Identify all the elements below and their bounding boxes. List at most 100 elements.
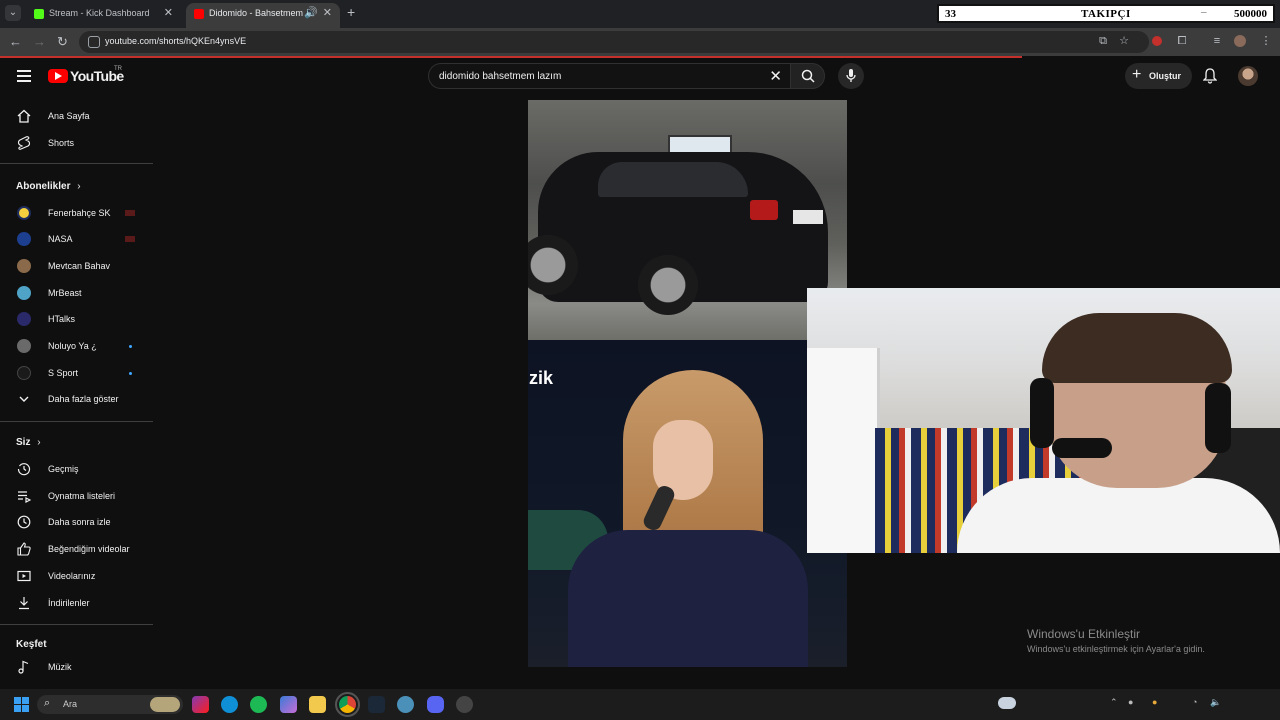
explorer-icon[interactable]: [309, 696, 326, 713]
sidebar-show-more[interactable]: Daha fazla göster: [0, 386, 150, 412]
history-icon: [17, 463, 31, 476]
tray-app-icon[interactable]: ●: [1152, 697, 1157, 707]
tab-search-dropdown[interactable]: ⌄: [5, 5, 21, 21]
taskbar-search-label: Ara: [63, 699, 78, 709]
extension-record-icon[interactable]: [1152, 36, 1162, 46]
back-icon[interactable]: ←: [9, 34, 22, 49]
tab-youtube[interactable]: Didomido - Bahsetmem La 🔊 ✕: [186, 3, 340, 28]
youtube-logo-icon[interactable]: [48, 69, 68, 83]
search-query: didomido bahsetmem lazım: [439, 71, 562, 82]
your-videos-icon: [17, 570, 31, 582]
playlists-icon: [18, 491, 31, 503]
sidebar-item-shorts[interactable]: Shorts: [0, 130, 150, 156]
steam-icon[interactable]: [368, 696, 385, 713]
webcam-overlay: [807, 288, 1280, 553]
sidebar-item-ssport[interactable]: S Sport: [0, 360, 150, 386]
create-label: Oluştur: [1149, 71, 1182, 81]
window-shape: [807, 348, 880, 553]
account-avatar[interactable]: [1238, 66, 1258, 86]
sidebar-item-mevtcan[interactable]: Mevtcan Bahav: [0, 253, 150, 279]
sidebar-item-htalks[interactable]: HTalks: [0, 306, 150, 332]
headset-right-shape: [1205, 383, 1231, 453]
chrome-icon[interactable]: [335, 692, 360, 717]
clear-search-icon[interactable]: ✕: [769, 67, 782, 85]
explore-heading: Keşfet: [16, 639, 47, 650]
sidebar-item-fenerbahce[interactable]: Fenerbahçe SK: [0, 200, 150, 226]
spotify-icon[interactable]: [250, 696, 267, 713]
sidebar-item-liked-videos[interactable]: Beğendiğim videolar: [0, 536, 150, 562]
settings-icon[interactable]: [397, 696, 414, 713]
recorder-icon[interactable]: [456, 696, 473, 713]
car-window-shape: [598, 162, 748, 197]
taskbar-search[interactable]: ⌕ Ara: [37, 695, 183, 714]
tail-light-shape: [750, 200, 778, 220]
address-bar-row: ← → ↻ youtube.com/shorts/hQKEn4ynsVE ⧉ ☆…: [0, 28, 1280, 56]
tab-close-icon[interactable]: ✕: [164, 3, 173, 24]
shorts-icon: [17, 136, 31, 150]
new-content-dot-icon: [129, 345, 132, 348]
profile-avatar-icon[interactable]: [1234, 35, 1246, 47]
reload-icon[interactable]: ↻: [57, 34, 68, 50]
follower-goal-overlay: 33 TAKIPÇI – 500000: [937, 4, 1275, 23]
channel-avatar: [17, 339, 31, 353]
notifications-bell-icon[interactable]: [1203, 68, 1217, 84]
forward-icon[interactable]: →: [33, 34, 46, 49]
sidebar-item-playlists[interactable]: Oynatma listeleri: [0, 483, 150, 509]
copilot-icon[interactable]: [280, 696, 297, 713]
edge-icon[interactable]: [221, 696, 238, 713]
sidebar-item-label: NASA: [48, 234, 73, 244]
sidebar-item-noluyo[interactable]: Noluyo Ya ¿: [0, 333, 150, 359]
search-input[interactable]: didomido bahsetmem lazım ✕: [428, 63, 790, 89]
install-app-icon[interactable]: ⧉: [1097, 35, 1109, 47]
create-button[interactable]: + Oluştur: [1125, 63, 1192, 89]
tray-app-icon[interactable]: ●: [1128, 697, 1133, 707]
sidebar-item-label: HTalks: [48, 314, 76, 324]
sidebar-divider: [0, 624, 153, 625]
live-indicator-icon: [125, 236, 135, 242]
extensions-icon[interactable]: ⧠: [1176, 35, 1188, 47]
follower-count: 33: [945, 8, 956, 20]
home-icon: [17, 109, 31, 123]
voice-search-button[interactable]: [838, 63, 864, 89]
shorts-video-player[interactable]: zik: [528, 100, 847, 667]
sidebar-item-nasa[interactable]: NASA: [0, 226, 150, 252]
video-caption: zik: [529, 368, 554, 388]
windows-start-icon[interactable]: [14, 697, 29, 712]
new-tab-button[interactable]: +: [347, 4, 355, 20]
sidebar-item-label: Fenerbahçe SK: [48, 208, 111, 218]
channel-avatar: [17, 259, 31, 273]
sidebar-item-label: Müzik: [48, 662, 72, 672]
url-field[interactable]: youtube.com/shorts/hQKEn4ynsVE: [79, 31, 1149, 53]
guide-menu-icon[interactable]: [17, 70, 31, 82]
instagram-icon[interactable]: [192, 696, 209, 713]
sidebar-item-history[interactable]: Geçmiş: [0, 456, 150, 482]
sidebar-item-downloads[interactable]: İndirilenler: [0, 590, 150, 616]
activate-windows-title: Windows'u Etkinleştir: [1027, 627, 1140, 641]
reading-list-icon[interactable]: ≡: [1211, 35, 1223, 47]
youtube-favicon-icon: [194, 9, 204, 19]
video-top-frame: [528, 100, 847, 340]
weather-icon[interactable]: [998, 697, 1016, 709]
headset-mic-shape: [1052, 438, 1112, 458]
sidebar-item-watch-later[interactable]: Daha sonra izle: [0, 509, 150, 535]
search-button[interactable]: [790, 63, 825, 89]
bookmark-star-icon[interactable]: ☆: [1118, 35, 1130, 47]
tab-close-icon[interactable]: ✕: [323, 3, 332, 24]
minimize-icon[interactable]: –: [1201, 6, 1207, 18]
volume-icon[interactable]: 🔈: [1210, 697, 1221, 708]
sidebar-item-music[interactable]: Müzik: [0, 654, 150, 680]
network-icon[interactable]: ◔: [1192, 697, 1197, 707]
sidebar-item-home[interactable]: Ana Sayfa: [0, 103, 150, 129]
speaker-icon[interactable]: 🔊: [304, 3, 318, 24]
tab-kick-dashboard[interactable]: Stream - Kick Dashboard ✕: [26, 3, 181, 28]
music-icon: [18, 660, 29, 674]
sidebar-item-label: İndirilenler: [48, 598, 90, 608]
sidebar-item-mrbeast[interactable]: MrBeast: [0, 280, 150, 306]
chrome-menu-icon[interactable]: ⋮: [1260, 35, 1272, 47]
site-info-icon[interactable]: [88, 36, 100, 48]
discord-icon[interactable]: [427, 696, 444, 713]
subscriptions-heading[interactable]: Abonelikler ›: [16, 181, 81, 192]
sidebar-item-your-videos[interactable]: Videolarınız: [0, 563, 150, 589]
tray-expand-icon[interactable]: ⌃: [1110, 697, 1118, 708]
you-heading[interactable]: Siz ›: [16, 437, 41, 448]
